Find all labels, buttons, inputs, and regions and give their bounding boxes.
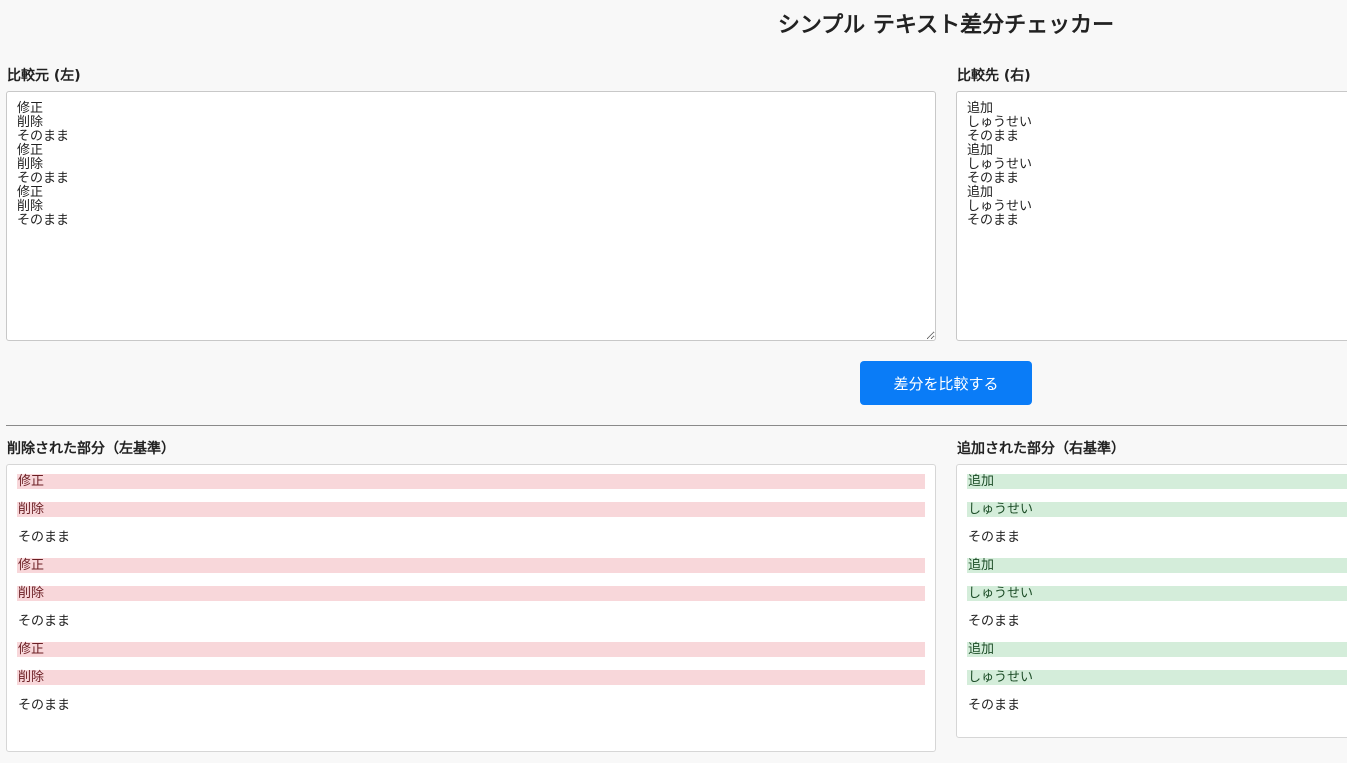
right-input-label: 比較先 (右) [957,68,1031,84]
diff-line-unchanged: そのまま [968,614,1021,629]
diff-line-removed: 削除 [17,502,925,517]
removed-panel-label: 削除された部分（左基準） [7,441,175,457]
diff-line-added: しゅうせい [967,586,1347,601]
right-text-input[interactable]: 追加 しゅうせい そのまま 追加 しゅうせい そのまま 追加 しゅうせい そのま… [956,91,1347,341]
left-input-label: 比較元 (左) [7,68,81,84]
diff-line-removed: 修正 [17,642,925,657]
diff-line-added: 追加 [967,642,1347,657]
diff-line-unchanged: そのまま [968,530,1021,545]
diff-line-added: 追加 [967,474,1347,489]
removed-diff-panel: 修正 削除 そのまま 修正 削除 そのまま 修正 削除 そのまま [6,464,936,752]
diff-line-added: しゅうせい [967,670,1347,685]
section-divider [6,425,1347,426]
diff-line-unchanged: そのまま [18,614,71,629]
left-text-input[interactable]: 修正 削除 そのまま 修正 削除 そのまま 修正 削除 そのまま [6,91,936,341]
diff-line-removed: 削除 [17,670,925,685]
diff-line-unchanged: そのまま [968,698,1021,713]
diff-line-added: しゅうせい [967,502,1347,517]
diff-line-removed: 削除 [17,586,925,601]
compare-button[interactable]: 差分を比較する [860,361,1032,405]
diff-line-removed: 修正 [17,474,925,489]
diff-line-added: 追加 [967,558,1347,573]
added-panel-label: 追加された部分（右基準） [957,441,1125,457]
diff-line-unchanged: そのまま [18,698,71,713]
diff-line-unchanged: そのまま [18,530,71,545]
added-diff-panel: 追加 しゅうせい そのまま 追加 しゅうせい そのまま 追加 しゅうせい そのまま [956,464,1347,738]
page-title: シンプル テキスト差分チェッカー [777,13,1115,38]
diff-line-removed: 修正 [17,558,925,573]
